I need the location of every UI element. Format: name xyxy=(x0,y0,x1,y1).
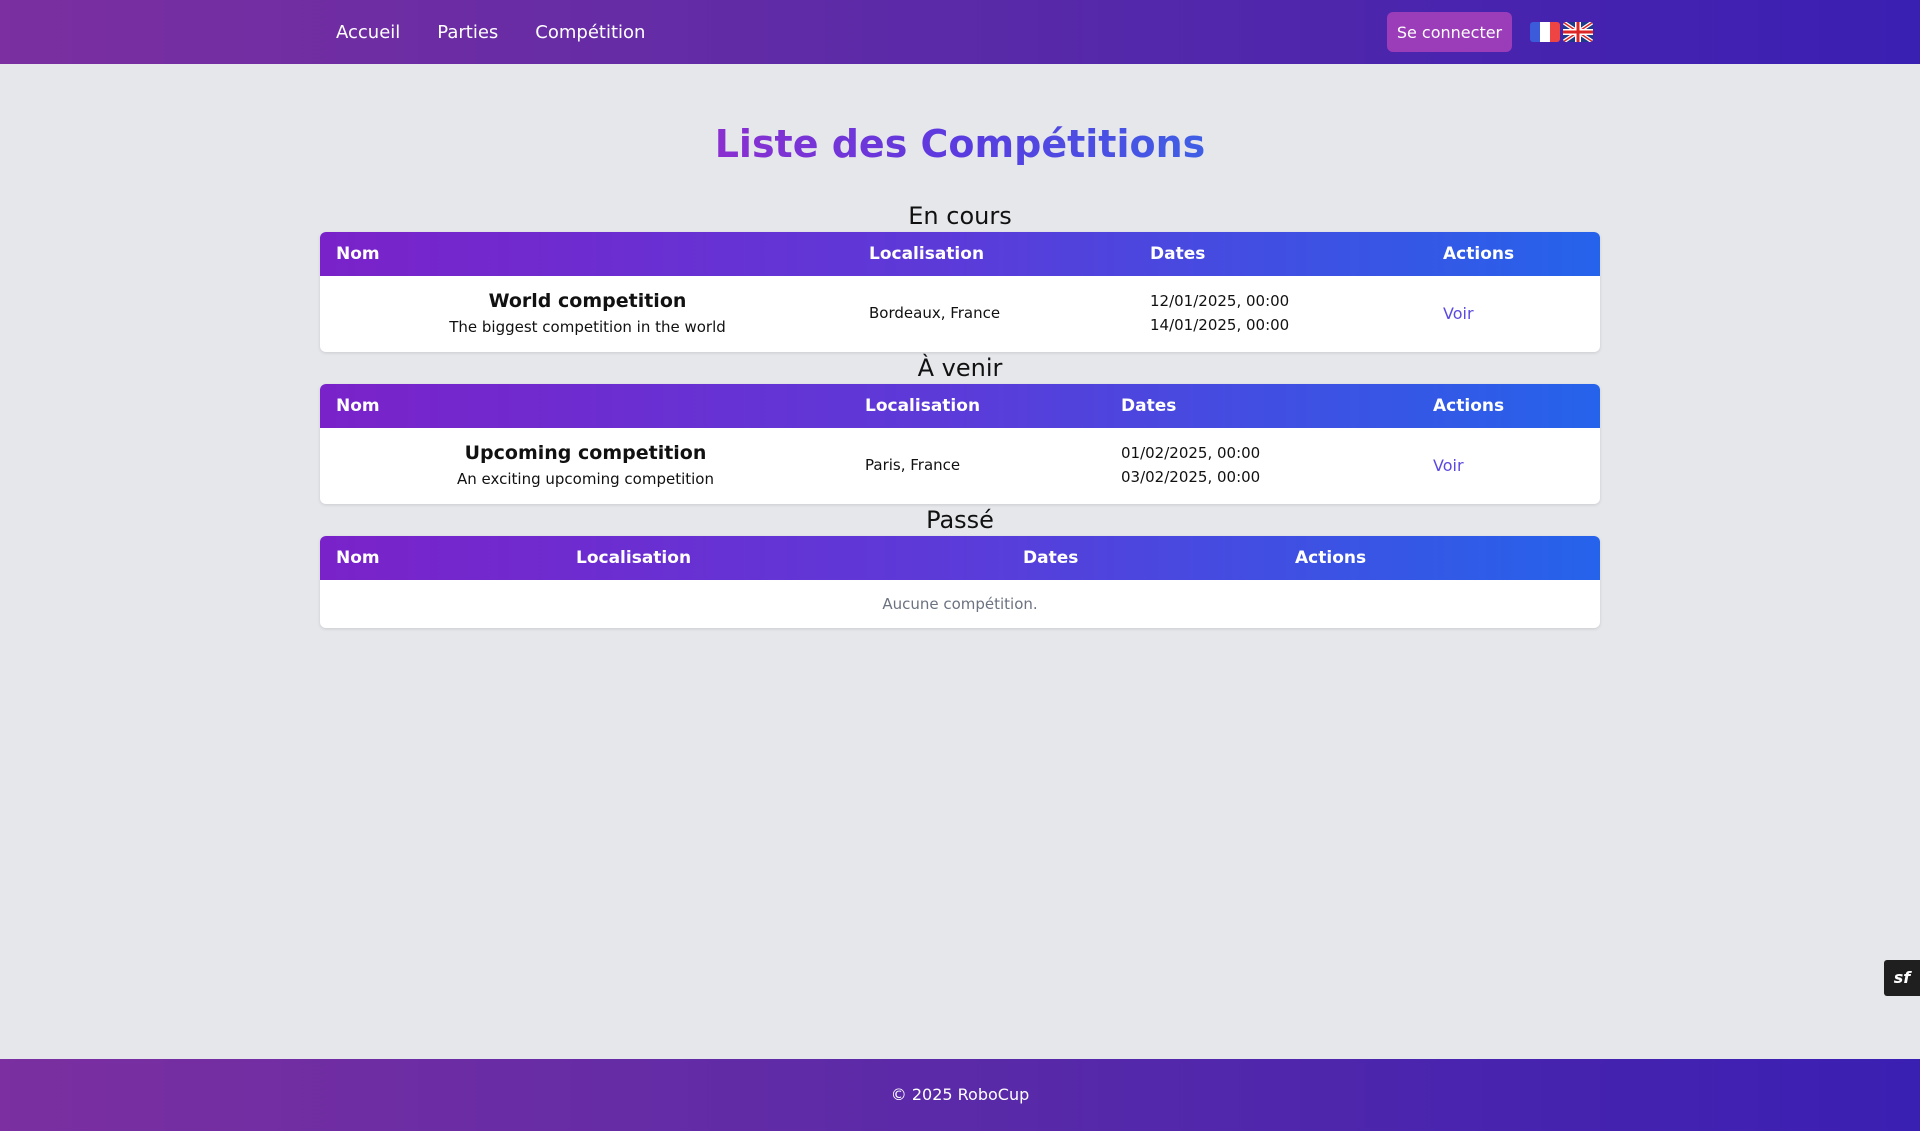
table-row: Upcoming competition An exciting upcomin… xyxy=(320,428,1600,504)
table-header: Nom Localisation Dates Actions xyxy=(320,384,1600,428)
competition-location: Paris, France xyxy=(865,456,961,474)
section-title-past: Passé xyxy=(926,506,994,534)
competition-name: Upcoming competition xyxy=(464,442,707,464)
login-button[interactable]: Se connecter xyxy=(1387,12,1512,52)
section-title-upcoming: À venir xyxy=(917,354,1003,382)
col-actions: Actions xyxy=(1433,396,1505,416)
col-dates: Dates xyxy=(1150,244,1206,264)
table-header: Nom Localisation Dates Actions xyxy=(320,232,1600,276)
table-upcoming: Nom Localisation Dates Actions Upcoming … xyxy=(320,384,1600,504)
competition-description: The biggest competition in the world xyxy=(449,318,726,336)
competition-end-date: 14/01/2025, 00:00 xyxy=(1150,316,1290,334)
footer-copyright: © 2025 RoboCup xyxy=(890,1085,1030,1104)
nav-links: Accueil Parties Compétition xyxy=(336,0,682,64)
section-title-current: En cours xyxy=(908,202,1012,230)
competition-location: Bordeaux, France xyxy=(869,304,1001,322)
language-switcher xyxy=(1530,22,1593,42)
competition-description: An exciting upcoming competition xyxy=(457,470,714,488)
competition-name: World competition xyxy=(488,290,687,312)
view-link[interactable]: Voir xyxy=(1433,456,1464,475)
view-link[interactable]: Voir xyxy=(1443,304,1474,323)
col-localisation: Localisation xyxy=(576,548,692,568)
nav-link-parties[interactable]: Parties xyxy=(437,22,498,43)
col-actions: Actions xyxy=(1443,244,1515,264)
col-localisation: Localisation xyxy=(869,244,985,264)
flag-uk-icon[interactable] xyxy=(1563,22,1593,42)
footer: © 2025 RoboCup xyxy=(0,1059,1920,1131)
top-navbar: Accueil Parties Compétition Se connecter xyxy=(0,0,1920,64)
col-nom: Nom xyxy=(336,244,380,264)
flag-fr-icon[interactable] xyxy=(1530,22,1560,42)
table-row: World competition The biggest competitio… xyxy=(320,276,1600,352)
col-actions: Actions xyxy=(1295,548,1367,568)
competition-start-date: 01/02/2025, 00:00 xyxy=(1121,444,1261,462)
table-past: Nom Localisation Dates Actions Aucune co… xyxy=(320,536,1600,628)
page-title: Liste des Compétitions xyxy=(714,122,1206,166)
empty-message: Aucune compétition. xyxy=(882,595,1038,613)
page-title-wrap: Liste des Compétitions xyxy=(0,122,1920,166)
competition-end-date: 03/02/2025, 00:00 xyxy=(1121,468,1261,486)
col-nom: Nom xyxy=(336,396,380,416)
col-nom: Nom xyxy=(336,548,380,568)
col-localisation: Localisation xyxy=(865,396,981,416)
col-dates: Dates xyxy=(1023,548,1079,568)
nav-link-accueil[interactable]: Accueil xyxy=(336,22,400,43)
table-header: Nom Localisation Dates Actions xyxy=(320,536,1600,580)
nav-link-competition[interactable]: Compétition xyxy=(535,22,645,43)
col-dates: Dates xyxy=(1121,396,1177,416)
table-current: Nom Localisation Dates Actions World com… xyxy=(320,232,1600,352)
competition-start-date: 12/01/2025, 00:00 xyxy=(1150,292,1290,310)
symfony-debug-icon[interactable]: sf xyxy=(1884,960,1920,996)
